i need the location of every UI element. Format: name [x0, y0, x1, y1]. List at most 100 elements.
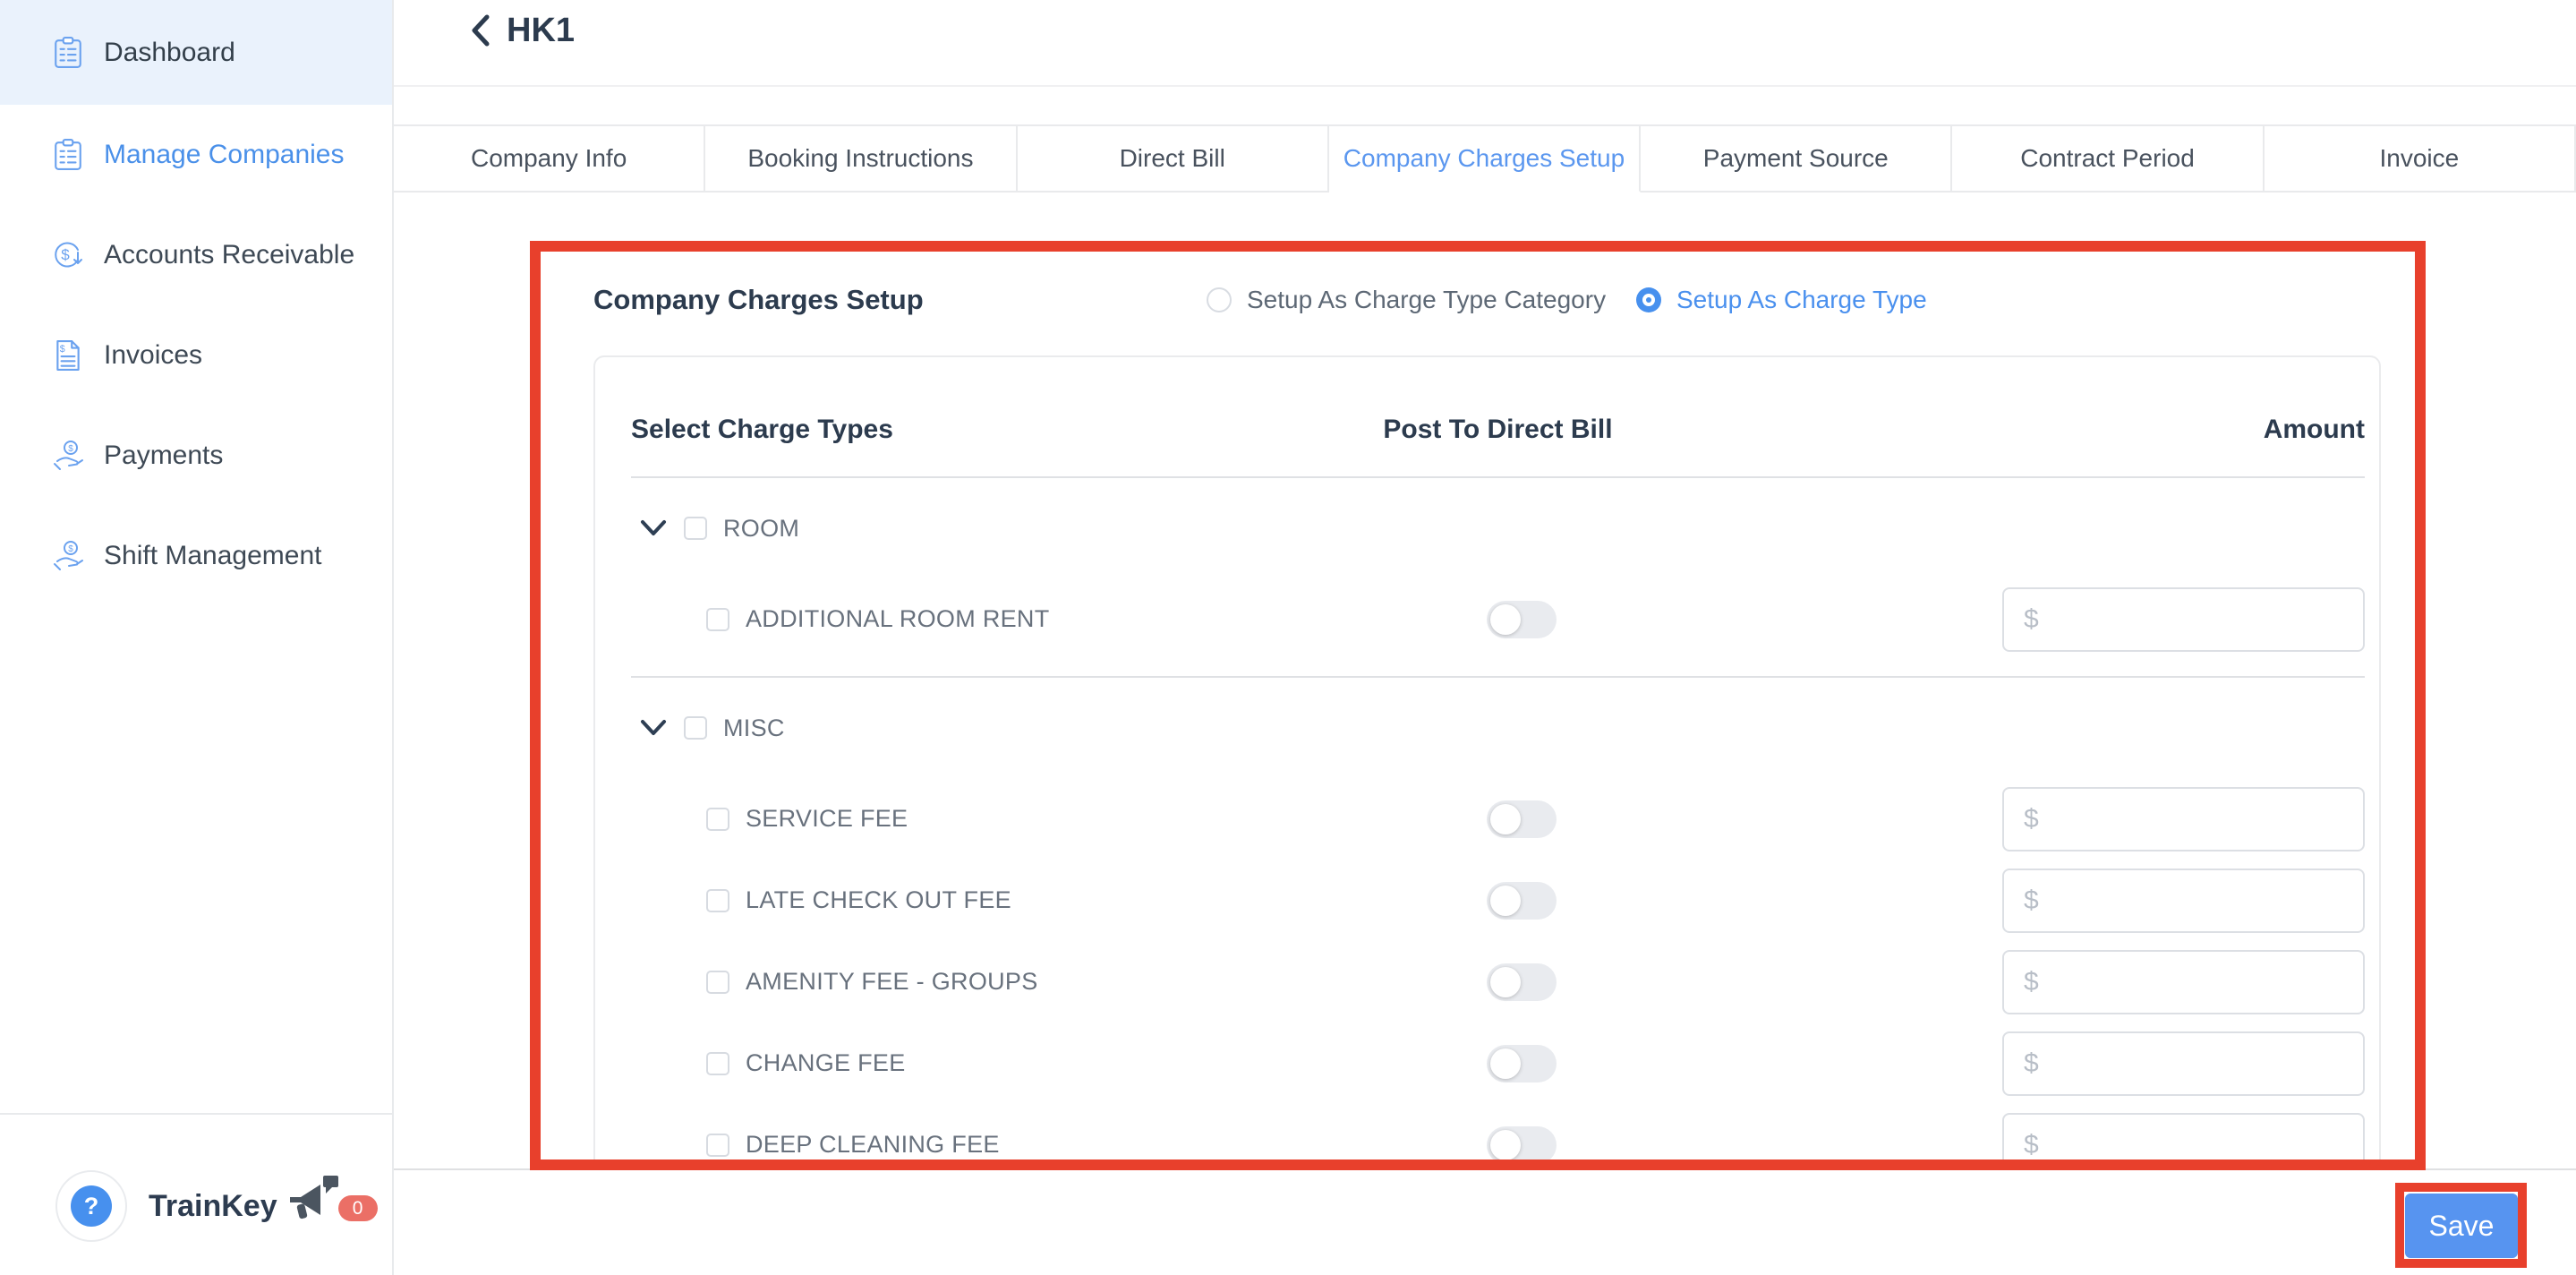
post-to-direct-bill-toggle[interactable]	[1487, 800, 1557, 838]
megaphone-icon	[286, 1176, 347, 1231]
charge-label: LATE CHECK OUT FEE	[746, 886, 1011, 914]
topbar: HK1	[394, 0, 2576, 87]
toggle-knob	[1490, 886, 1521, 916]
help-button[interactable]: ?	[55, 1170, 127, 1242]
toggle-knob	[1490, 604, 1521, 635]
charge-checkbox[interactable]	[706, 808, 729, 831]
trainkey-label: TrainKey	[149, 1189, 277, 1224]
charge-list: ROOM ADDITIONAL ROOM RENT MISC SERVICE F…	[631, 478, 2365, 1168]
tab-company-charges-setup[interactable]: Company Charges Setup	[1329, 126, 1641, 193]
sidebar-footer: ? TrainKey 0	[0, 1113, 392, 1275]
charge-checkbox[interactable]	[706, 608, 729, 631]
charge-label: SERVICE FEE	[746, 805, 908, 833]
charges-panel: Select Charge Types Post To Direct Bill …	[593, 355, 2381, 1168]
sidebar: Dashboard Manage Companies $ Accounts Re…	[0, 0, 394, 1275]
toggle-knob	[1490, 1130, 1521, 1160]
tab-bar: Company Info Booking Instructions Direct…	[394, 124, 2576, 193]
chevron-down-icon[interactable]	[640, 519, 667, 537]
charge-label: DEEP CLEANING FEE	[746, 1131, 1000, 1159]
save-button[interactable]: Save	[2405, 1194, 2518, 1258]
amount-input[interactable]	[2002, 1113, 2365, 1169]
sidebar-item-label: Shift Management	[104, 541, 321, 571]
page-container: Dashboard Manage Companies $ Accounts Re…	[0, 0, 2576, 1275]
post-to-direct-bill-toggle[interactable]	[1487, 601, 1557, 638]
notification-badge: 0	[338, 1195, 378, 1221]
sidebar-item-shift-management[interactable]: $ Shift Management	[0, 506, 392, 606]
charge-label: CHANGE FEE	[746, 1049, 906, 1077]
post-to-direct-bill-toggle[interactable]	[1487, 882, 1557, 920]
group-checkbox[interactable]	[684, 517, 707, 540]
radio-setup-as-charge-type-category[interactable]: Setup As Charge Type Category	[1207, 274, 1606, 326]
toggle-knob	[1490, 967, 1521, 997]
amount-input[interactable]	[2002, 587, 2365, 652]
tab-direct-bill[interactable]: Direct Bill	[1018, 126, 1329, 193]
tab-booking-instructions[interactable]: Booking Instructions	[705, 126, 1017, 193]
svg-text:$: $	[68, 544, 73, 554]
heading-row: Company Charges Setup Setup As Charge Ty…	[394, 274, 2576, 326]
charge-item-row-amenity-fee-groups: AMENITY FEE - GROUPS	[631, 941, 2365, 1023]
charge-item-row-change-fee: CHANGE FEE	[631, 1023, 2365, 1104]
tab-invoice[interactable]: Invoice	[2265, 126, 2576, 193]
charge-checkbox[interactable]	[706, 889, 729, 912]
charge-label: AMENITY FEE - GROUPS	[746, 968, 1038, 996]
radio-icon[interactable]	[1207, 287, 1232, 312]
announcements-button[interactable]: 0	[286, 1170, 378, 1242]
charge-item-left: SERVICE FEE	[631, 805, 1209, 833]
sidebar-item-payments[interactable]: $ Payments	[0, 406, 392, 506]
trainkey-widget: ? TrainKey 0	[55, 1170, 378, 1242]
sidebar-item-label: Payments	[104, 441, 223, 471]
post-to-direct-bill-toggle[interactable]	[1487, 1045, 1557, 1082]
column-header-amount: Amount	[1787, 415, 2365, 445]
post-to-direct-bill-toggle[interactable]	[1487, 1126, 1557, 1164]
radio-label: Setup As Charge Type	[1676, 286, 1927, 314]
column-header-post-to-direct-bill: Post To Direct Bill	[1209, 415, 1787, 445]
charge-item-row-late-check-out-fee: LATE CHECK OUT FEE	[631, 860, 2365, 941]
sidebar-item-dashboard[interactable]: Dashboard	[0, 0, 392, 105]
charge-item-left: AMENITY FEE - GROUPS	[631, 968, 1209, 996]
post-to-direct-bill-toggle[interactable]	[1487, 963, 1557, 1001]
chevron-left-icon	[469, 13, 490, 47]
group-checkbox[interactable]	[684, 716, 707, 740]
radio-label: Setup As Charge Type Category	[1247, 286, 1606, 314]
amount-input[interactable]	[2002, 1031, 2365, 1096]
chevron-down-icon[interactable]	[640, 719, 667, 737]
tab-payment-source[interactable]: Payment Source	[1641, 126, 1952, 193]
title-row: HK1	[469, 7, 575, 54]
sidebar-item-label: Accounts Receivable	[104, 240, 354, 270]
section-heading: Company Charges Setup	[593, 274, 924, 326]
clipboard-icon	[52, 139, 84, 171]
tab-company-info[interactable]: Company Info	[394, 126, 705, 193]
toggle-knob	[1490, 1048, 1521, 1079]
charge-item-row-additional-room-rent: ADDITIONAL ROOM RENT	[631, 578, 2365, 660]
main-area: HK1 Company Info Booking Instructions Di…	[394, 0, 2576, 1275]
charge-item-left: ADDITIONAL ROOM RENT	[631, 605, 1209, 633]
tab-label: Company Charges Setup	[1343, 144, 1625, 173]
charge-label: ADDITIONAL ROOM RENT	[746, 605, 1050, 633]
clipboard-icon	[52, 37, 84, 69]
amount-input[interactable]	[2002, 787, 2365, 851]
tab-contract-period[interactable]: Contract Period	[1952, 126, 2264, 193]
tab-label: Booking Instructions	[747, 144, 973, 173]
sidebar-item-manage-companies[interactable]: Manage Companies	[0, 105, 392, 205]
svg-text:$: $	[61, 246, 70, 263]
sidebar-item-label: Manage Companies	[104, 140, 345, 170]
charge-item-left: DEEP CLEANING FEE	[631, 1131, 1209, 1159]
radio-icon[interactable]	[1636, 287, 1661, 312]
charge-checkbox[interactable]	[706, 1134, 729, 1157]
amount-input[interactable]	[2002, 869, 2365, 933]
charge-checkbox[interactable]	[706, 1052, 729, 1075]
sidebar-item-invoices[interactable]: $ Invoices	[0, 305, 392, 406]
page-title: HK1	[507, 12, 575, 50]
charge-item-left: CHANGE FEE	[631, 1049, 1209, 1077]
question-mark-icon: ?	[71, 1185, 112, 1227]
radio-setup-as-charge-type[interactable]: Setup As Charge Type	[1636, 274, 1927, 326]
charge-checkbox[interactable]	[706, 971, 729, 994]
svg-text:$: $	[68, 444, 73, 454]
sidebar-item-accounts-receivable[interactable]: $ Accounts Receivable	[0, 205, 392, 305]
amount-input[interactable]	[2002, 950, 2365, 1014]
hand-coin-icon: $	[52, 440, 84, 472]
group-label: MISC	[723, 715, 785, 742]
back-button[interactable]	[469, 13, 492, 48]
tab-label: Company Info	[471, 144, 627, 173]
charge-item-row-deep-cleaning-fee: DEEP CLEANING FEE	[631, 1104, 2365, 1168]
